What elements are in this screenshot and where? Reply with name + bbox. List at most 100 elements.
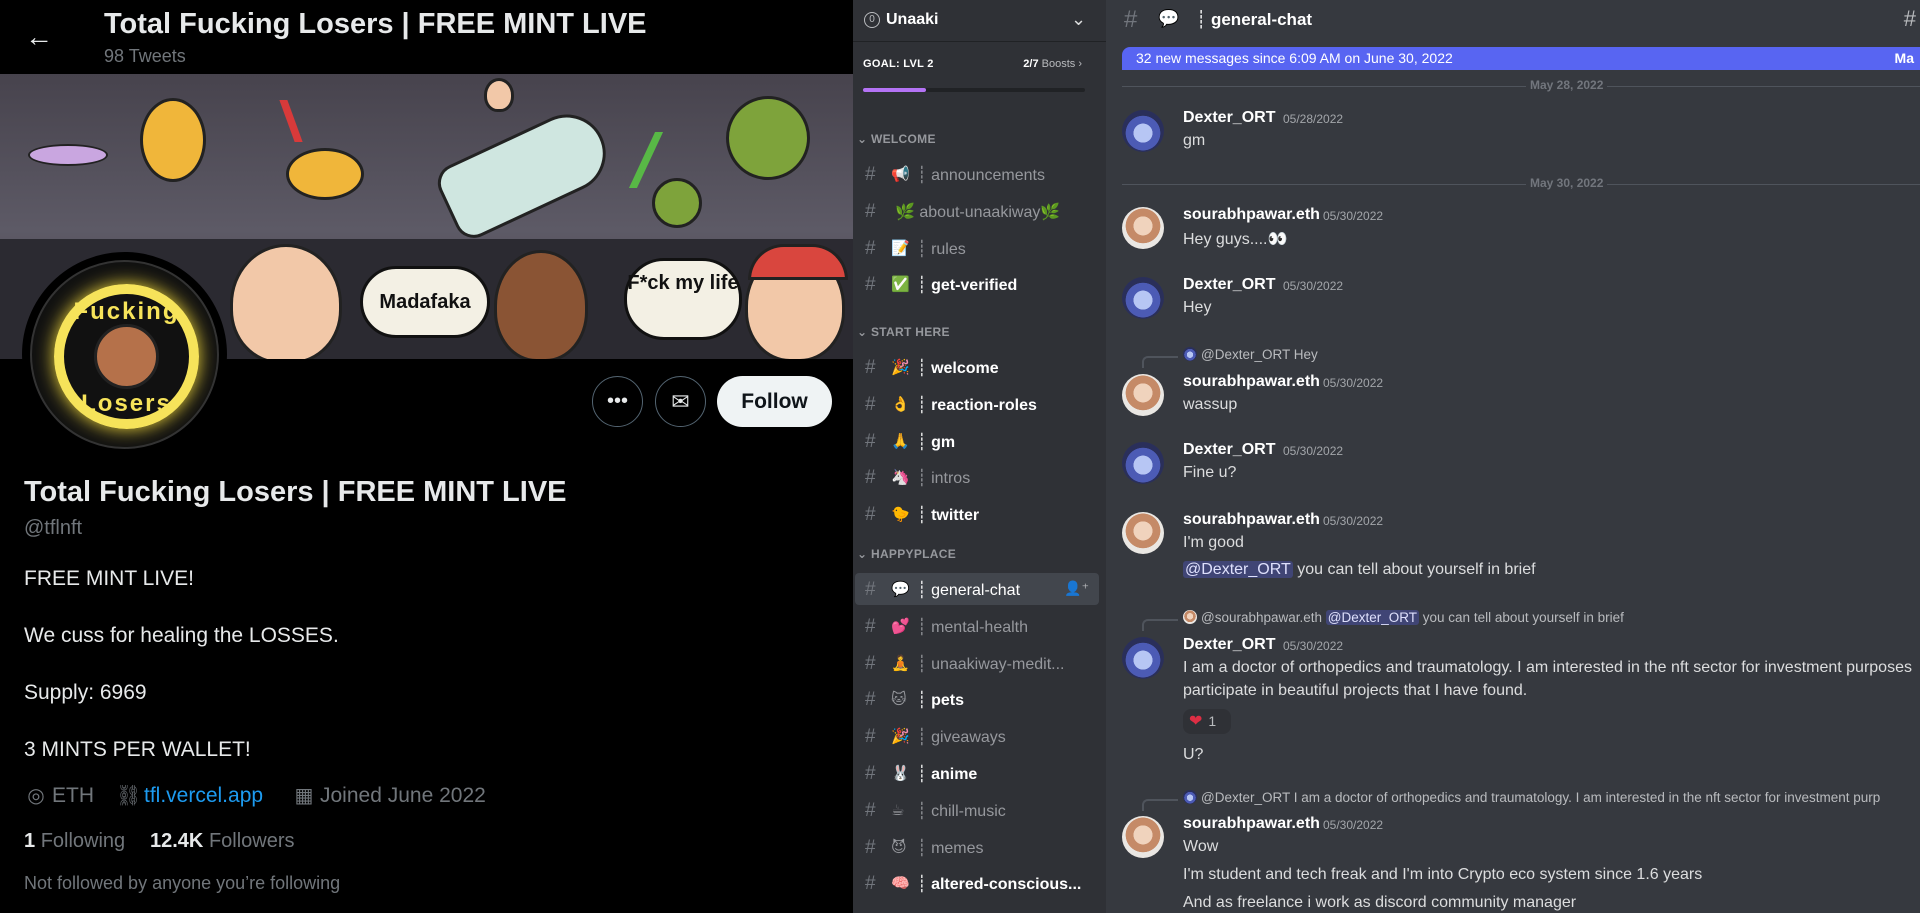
profile-handle: @tflnft bbox=[24, 517, 83, 539]
add-user-icon[interactable]: 👤⁺ bbox=[1064, 580, 1089, 597]
profile-avatar[interactable]: Fucking Losers bbox=[22, 252, 227, 457]
user-avatar[interactable] bbox=[1122, 277, 1164, 319]
banner-coin-character bbox=[140, 98, 206, 182]
category-header[interactable]: ⌄ HAPPYPLACE bbox=[857, 547, 956, 561]
channel-hash-icon: # bbox=[865, 579, 876, 600]
user-avatar[interactable] bbox=[1122, 110, 1164, 152]
channel-hash-icon: # bbox=[865, 615, 876, 637]
message-text: I am a doctor of orthopedics and traumat… bbox=[1183, 659, 1912, 676]
boost-badge-icon: 0 bbox=[864, 12, 880, 28]
message-author[interactable]: sourabhpawar.eth bbox=[1183, 206, 1320, 224]
joined-text: Joined June 2022 bbox=[320, 784, 486, 807]
channel-hash-icon: # bbox=[865, 274, 876, 296]
channel-emoji-icon: 🧘 bbox=[891, 654, 910, 672]
channel-hash-icon: # bbox=[865, 164, 876, 185]
message-timestamp: 05/30/2022 bbox=[1323, 818, 1384, 832]
channel-item[interactable]: # ☕ ┊ chill-music bbox=[855, 794, 1099, 826]
website-link[interactable]: tfl.vercel.app bbox=[144, 784, 263, 807]
channel-hash-icon: # bbox=[865, 799, 876, 821]
user-avatar[interactable] bbox=[1122, 374, 1164, 416]
category-header[interactable]: ⌄ WELCOME bbox=[857, 132, 936, 146]
date-divider bbox=[1122, 184, 1920, 185]
server-header[interactable]: 0 Unaaki ⌄ bbox=[853, 0, 1106, 42]
message-author[interactable]: sourabhpawar.eth bbox=[1183, 373, 1320, 391]
channel-item[interactable]: # 🐱 ┊ pets bbox=[855, 683, 1099, 715]
banner-rocket bbox=[431, 101, 619, 245]
new-messages-bar[interactable]: 32 new messages since 6:09 AM on June 30… bbox=[1122, 47, 1920, 70]
avatar-logo-text-bottom: Losers bbox=[81, 390, 172, 417]
back-arrow-icon[interactable]: ← bbox=[22, 20, 56, 54]
user-avatar[interactable] bbox=[1122, 816, 1164, 858]
boost-unit: Boosts bbox=[1041, 58, 1076, 70]
location-pin-icon: ◎ bbox=[27, 785, 45, 807]
channel-label: ┊ altered-conscious... bbox=[917, 876, 1082, 894]
message-author[interactable]: sourabhpawar.eth bbox=[1183, 815, 1320, 833]
user-avatar[interactable] bbox=[1122, 512, 1164, 554]
user-avatar[interactable] bbox=[1122, 637, 1164, 679]
reply-preview[interactable]: @sourabhpawar.eth @Dexter_ORT you can te… bbox=[1183, 610, 1624, 625]
channel-item[interactable]: # ✅ ┊ get-verified bbox=[855, 268, 1099, 300]
user-avatar[interactable] bbox=[1122, 442, 1164, 484]
channel-emoji-icon: 🐱 bbox=[891, 691, 907, 709]
message-mail-icon[interactable]: ✉ bbox=[655, 376, 706, 427]
message-text: I'm good bbox=[1183, 534, 1244, 551]
reply-author[interactable]: @Dexter_ORT bbox=[1201, 790, 1294, 805]
banner-face-left bbox=[230, 244, 342, 359]
user-mention[interactable]: @Dexter_ORT bbox=[1183, 561, 1293, 578]
category-header[interactable]: ⌄ START HERE bbox=[857, 325, 950, 339]
reply-author[interactable]: @Dexter_ORT bbox=[1201, 347, 1294, 362]
reply-preview[interactable]: @Dexter_ORT Hey bbox=[1183, 347, 1318, 362]
channel-hash-icon: # bbox=[865, 504, 876, 526]
message-author[interactable]: sourabhpawar.eth bbox=[1183, 511, 1320, 529]
channel-hash-icon: # bbox=[865, 836, 876, 858]
channel-item[interactable]: # 📢 ┊ announcements bbox=[855, 158, 1099, 190]
reply-preview[interactable]: @Dexter_ORT I am a doctor of orthopedics… bbox=[1183, 790, 1880, 805]
heart-reaction[interactable]: ❤ 1 bbox=[1183, 709, 1231, 734]
channel-item[interactable]: # 💕 ┊ mental-health bbox=[855, 610, 1099, 642]
channel-item[interactable]: # 🌿 about-unaakiway🌿 bbox=[855, 195, 1099, 227]
follow-button[interactable]: Follow bbox=[717, 376, 832, 427]
channel-label: ┊ announcements bbox=[917, 167, 1045, 184]
message-author[interactable]: Dexter_ORT bbox=[1183, 276, 1275, 294]
channel-item[interactable]: # 🎉 ┊ giveaways bbox=[855, 720, 1099, 752]
following-count-link[interactable]: 1 Following bbox=[24, 830, 125, 853]
more-options-button[interactable]: ••• bbox=[592, 376, 643, 427]
channel-label: ┊ general-chat bbox=[917, 582, 1021, 599]
message-author[interactable]: Dexter_ORT bbox=[1183, 441, 1275, 459]
channel-label: ┊ pets bbox=[917, 692, 964, 710]
message-author[interactable]: Dexter_ORT bbox=[1183, 109, 1275, 127]
banner-coin-flat bbox=[286, 148, 364, 200]
reply-text: you can tell about yourself in brief bbox=[1419, 610, 1624, 625]
header-tweet-count: 98 Tweets bbox=[104, 46, 186, 66]
channel-item[interactable]: # 😈 ┊ memes bbox=[855, 831, 1099, 863]
channel-item[interactable]: # 🐤 ┊ twitter bbox=[855, 498, 1099, 530]
channel-item[interactable]: # 🎉 ┊ welcome bbox=[855, 351, 1099, 383]
reply-connector bbox=[1142, 356, 1178, 368]
channel-item[interactable]: # 🙏 ┊ gm bbox=[855, 425, 1099, 457]
threads-icon[interactable]: # bbox=[1904, 6, 1916, 32]
channel-item[interactable]: # 🧘 ┊ unaakiway-medit... bbox=[855, 647, 1099, 679]
channel-item[interactable]: # 🐰 ┊ anime bbox=[855, 757, 1099, 789]
reply-author[interactable]: @sourabhpawar.eth bbox=[1201, 610, 1326, 625]
reply-mention[interactable]: @Dexter_ORT bbox=[1325, 610, 1420, 625]
channel-item[interactable]: # 🧠 ┊ altered-conscious... bbox=[855, 867, 1099, 899]
channel-emoji-icon: 🎉 bbox=[891, 359, 910, 376]
mark-as-read-text[interactable]: Ma bbox=[1895, 47, 1914, 70]
message-timestamp: 05/30/2022 bbox=[1283, 444, 1344, 458]
chevron-down-icon[interactable]: ⌄ bbox=[1071, 9, 1086, 30]
reply-avatar bbox=[1183, 347, 1197, 361]
not-followed-note: Not followed by anyone you’re following bbox=[24, 873, 341, 893]
channel-item[interactable]: # 🦄 ┊ intros bbox=[855, 461, 1099, 493]
channel-label: ┊ welcome bbox=[917, 360, 999, 377]
user-avatar[interactable] bbox=[1122, 207, 1164, 249]
followers-count-link[interactable]: 12.4K Followers bbox=[150, 830, 295, 853]
channel-item[interactable]: # 👌 ┊ reaction-roles bbox=[855, 388, 1099, 420]
channel-label: ┊ rules bbox=[917, 240, 966, 258]
channel-emoji-icon: 💕 bbox=[891, 617, 910, 635]
message-text: U? bbox=[1183, 746, 1204, 763]
message-author[interactable]: Dexter_ORT bbox=[1183, 636, 1275, 654]
profile-website[interactable]: ⛓ tfl.vercel.app bbox=[116, 783, 263, 808]
channel-item[interactable]: # 💬 ┊ general-chat 👤⁺ bbox=[855, 573, 1099, 605]
channel-item[interactable]: # 📝 ┊ rules bbox=[855, 232, 1099, 264]
boost-goal-count[interactable]: 2/7 Boosts › bbox=[1023, 58, 1082, 70]
